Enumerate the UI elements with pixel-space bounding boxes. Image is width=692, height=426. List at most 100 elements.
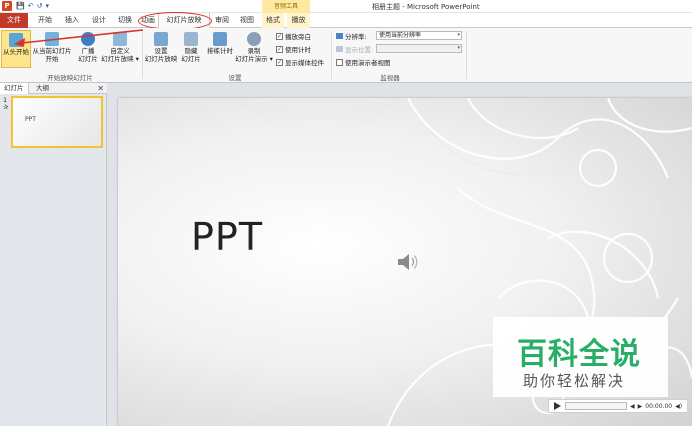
setup-show-icon: [154, 32, 168, 46]
tab-slides[interactable]: 幻灯片: [0, 83, 29, 94]
hide-label-1: 隐藏: [184, 47, 198, 55]
slides-panel: 幻灯片 大纲 ✕ 1 ✰ PPT: [0, 83, 107, 426]
watermark-subtitle: 助你轻松解决: [523, 372, 626, 390]
tab-insert[interactable]: 插入: [61, 13, 83, 28]
presenter-view-label: 使用演示者视图: [345, 59, 391, 67]
close-icon[interactable]: ✕: [97, 83, 104, 94]
record-icon: [247, 32, 261, 46]
broadcast-label-2: 幻灯片: [78, 55, 98, 63]
play-icon[interactable]: [553, 402, 561, 410]
broadcast-slide-show-button[interactable]: 广播 幻灯片: [76, 30, 100, 68]
slideshow-current-icon: [45, 32, 59, 46]
record-label-2: 幻灯片演示 ▾: [235, 55, 273, 63]
ribbon: 从头开始 从当前幻灯片 开始 广播 幻灯片 自定义 幻灯片放映 ▾ 开始放映幻灯…: [0, 28, 692, 83]
thumbnail-title: PPT: [25, 116, 36, 123]
resolution-select[interactable]: 使用当前分辨率 ▾: [376, 31, 462, 40]
watermark-title: 百科全说: [517, 337, 641, 372]
play-narrations-checkbox[interactable]: ✓ 播放旁白: [276, 31, 311, 41]
group-label-start-show: 开始放映幻灯片: [47, 74, 93, 82]
speaker-icon[interactable]: [396, 251, 422, 273]
panel-tabs: 幻灯片 大纲 ✕: [0, 83, 107, 94]
show-on-label-row: 显示位置:: [336, 44, 373, 54]
audio-tools-context-group: 音频工具: [262, 0, 310, 13]
setup-label-1: 设置: [154, 47, 168, 55]
tab-outline[interactable]: 大纲: [32, 83, 53, 94]
play-narrations-label: 播放旁白: [285, 33, 311, 41]
hide-label-2: 幻灯片: [181, 55, 201, 63]
group-label-setup: 设置: [228, 74, 242, 82]
group-label-monitors: 监视器: [380, 74, 400, 82]
volume-icon[interactable]: ◀): [675, 403, 682, 410]
from-current-slide-button[interactable]: 从当前幻灯片 开始: [31, 30, 73, 68]
quick-access-toolbar: 💾 ↶ ↺ ▾: [16, 1, 49, 11]
tab-review[interactable]: 审阅: [212, 13, 232, 28]
use-timings-label: 使用计时: [285, 46, 311, 54]
slide-number: 1 ✰: [3, 97, 8, 111]
group-separator: [466, 31, 467, 79]
hide-slide-button[interactable]: 隐藏 幻灯片: [180, 30, 202, 68]
from-current-label-2: 开始: [45, 55, 59, 63]
custom-slide-show-button[interactable]: 自定义 幻灯片放映 ▾: [100, 30, 140, 68]
checkbox-checked-icon: ✓: [276, 45, 283, 53]
step-back-icon[interactable]: ◀: [630, 403, 635, 410]
broadcast-label-1: 广播: [81, 47, 95, 55]
show-on-select[interactable]: ▾: [376, 44, 462, 53]
from-beginning-label: 从头开始: [3, 48, 29, 56]
watermark-badge: 百科全说 助你轻松解决: [493, 317, 668, 397]
tab-playback[interactable]: 播放: [287, 13, 310, 28]
rehearse-timer-icon: [213, 32, 227, 46]
customize-qat-icon[interactable]: ▾: [45, 1, 49, 11]
tab-transitions[interactable]: 切换: [114, 13, 136, 28]
powerpoint-app-icon[interactable]: P: [2, 1, 12, 11]
tab-file[interactable]: 文件: [0, 13, 28, 28]
save-icon[interactable]: 💾: [16, 1, 25, 11]
undo-icon[interactable]: ↶: [28, 1, 34, 11]
ribbon-tabs: 文件 开始 插入 设计 切换 动画 幻灯片放映 审阅 视图 格式 播放: [0, 13, 692, 28]
show-on-label: 显示位置:: [345, 46, 374, 54]
monitor-icon: [336, 33, 343, 39]
window-title: 相册主题 - Microsoft PowerPoint: [372, 3, 480, 11]
checkbox-empty-icon: [336, 58, 343, 66]
broadcast-icon: [81, 32, 95, 46]
checkbox-checked-icon: ✓: [276, 58, 283, 66]
title-bar: P 💾 ↶ ↺ ▾ 音频工具 相册主题 - Microsoft PowerPoi…: [0, 0, 692, 13]
redo-icon[interactable]: ↺: [37, 1, 43, 11]
rehearse-label: 排练计时: [207, 47, 233, 55]
chevron-down-icon: ▾: [457, 32, 460, 38]
custom-show-icon: [113, 32, 127, 46]
animation-star-icon: ✰: [3, 103, 9, 111]
slideshow-play-icon: [9, 33, 23, 47]
audio-seek-bar[interactable]: [565, 402, 627, 410]
set-up-slide-show-button[interactable]: 设置 幻灯片放映: [143, 30, 179, 68]
resolution-value: 使用当前分辨率: [379, 32, 422, 39]
monitor-icon: [336, 46, 343, 52]
show-media-controls-checkbox[interactable]: ✓ 显示媒体控件: [276, 57, 324, 67]
tab-animations[interactable]: 动画: [139, 13, 157, 28]
from-current-label-1: 从当前幻灯片: [32, 47, 72, 55]
slide-title[interactable]: PPT: [191, 215, 263, 259]
playback-time: 00:00.00: [645, 402, 673, 410]
hide-slide-icon: [184, 32, 198, 46]
media-player-controls: ◀ ▶ 00:00.00 ◀): [548, 399, 688, 413]
resolution-label-row: 分辨率:: [336, 31, 367, 41]
slide-thumbnail[interactable]: PPT: [11, 96, 103, 148]
from-beginning-button[interactable]: 从头开始: [1, 30, 31, 68]
step-forward-icon[interactable]: ▶: [638, 403, 643, 410]
setup-label-2: 幻灯片放映: [144, 55, 178, 63]
tab-view[interactable]: 视图: [236, 13, 258, 28]
record-slide-show-button[interactable]: 录制 幻灯片演示 ▾: [235, 30, 273, 68]
custom-label-1: 自定义: [110, 47, 130, 55]
tab-slide-show[interactable]: 幻灯片放映: [158, 13, 210, 28]
tab-design[interactable]: 设计: [88, 13, 110, 28]
use-timings-checkbox[interactable]: ✓ 使用计时: [276, 44, 311, 54]
group-separator: [331, 31, 332, 79]
checkbox-checked-icon: ✓: [276, 32, 283, 40]
rehearse-timings-button[interactable]: 排练计时: [205, 30, 235, 68]
show-media-controls-label: 显示媒体控件: [285, 59, 324, 67]
tab-format[interactable]: 格式: [262, 13, 284, 28]
record-label-1: 录制: [247, 47, 261, 55]
custom-label-2: 幻灯片放映 ▾: [101, 55, 139, 63]
presenter-view-checkbox[interactable]: 使用演示者视图: [336, 57, 391, 67]
tab-home[interactable]: 开始: [34, 13, 56, 28]
chevron-down-icon: ▾: [457, 45, 460, 51]
